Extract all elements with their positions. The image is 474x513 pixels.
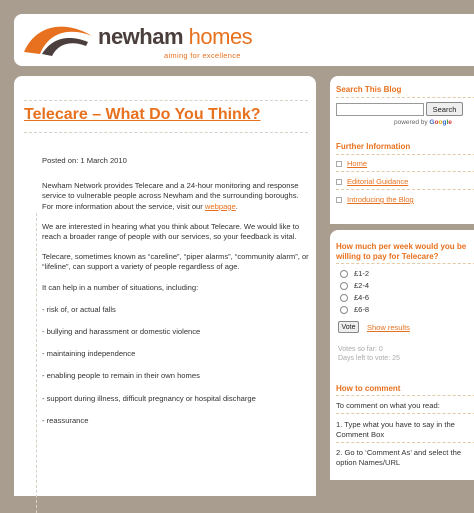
poll-option[interactable]: £6-8 xyxy=(340,305,370,315)
sidebar-bottom: How much per week would you be willing t… xyxy=(330,230,474,480)
radio-icon[interactable] xyxy=(340,306,348,315)
link-home[interactable]: Home xyxy=(336,159,367,168)
comment-intro: To comment on what you read: xyxy=(336,401,440,410)
poll-option[interactable]: £1-2 xyxy=(340,269,370,279)
comment-heading: How to comment xyxy=(336,384,401,393)
comment-step-2: 2. Go to ‘Comment As’ and select the opt… xyxy=(336,448,462,467)
link-divider xyxy=(336,171,474,172)
newham-homes-logo-icon xyxy=(24,26,92,56)
comment-step-1: 1. Type what you have to say in the Comm… xyxy=(336,420,455,439)
site-brand[interactable]: newham homes xyxy=(98,24,253,50)
main-content: Telecare – What Do You Think? Posted on:… xyxy=(14,76,316,513)
link-label: Home xyxy=(347,159,368,168)
post-date: Posted on: 1 March 2010 xyxy=(42,156,127,165)
post-paragraph-text: Newham Network provides Telecare and a 2… xyxy=(42,181,299,211)
post-paragraph: It can help in a number of situations, i… xyxy=(42,282,199,292)
google-logo: Google xyxy=(429,119,452,126)
powered-by-label: powered by xyxy=(394,119,430,126)
days-left: Days left to vote: 25 xyxy=(338,355,400,362)
sidebar-top: Search This Blog Search powered by Googl… xyxy=(330,76,474,224)
link-introducing-blog[interactable]: Introducing the Blog xyxy=(336,195,414,204)
post-paragraph-end: . xyxy=(235,201,238,211)
post-vertical-divider xyxy=(36,213,37,513)
bullet-icon xyxy=(336,179,342,186)
radio-icon[interactable] xyxy=(340,282,348,291)
post-paragraph: Newham Network provides Telecare and a 2… xyxy=(42,181,310,212)
link-label: Introducing the Blog xyxy=(347,195,414,204)
link-label: Editorial Guidance xyxy=(347,177,409,186)
radio-icon[interactable] xyxy=(340,294,348,303)
list-item: - reassurance xyxy=(42,415,89,425)
list-item: - bullying and harassment or domestic vi… xyxy=(42,327,201,337)
list-item: - risk of, or actual falls xyxy=(42,304,116,314)
post-body: Posted on: 1 March 2010 Newham Network p… xyxy=(42,156,310,438)
votes-so-far: Votes so far: 0 xyxy=(338,346,383,353)
poll-option-label: £2-4 xyxy=(354,281,370,290)
search-button[interactable]: Search xyxy=(426,102,463,116)
poll-rule xyxy=(336,263,474,264)
site-tagline: aiming for excellence xyxy=(164,51,241,60)
poll-status: Votes so far: 0 Days left to vote: 25 xyxy=(338,345,400,363)
post-paragraph: Telecare, sometimes known as “careline”,… xyxy=(42,252,309,272)
site-header: newham homes aiming for excellence xyxy=(14,14,474,66)
webpage-link[interactable]: webpage xyxy=(205,202,236,211)
search-input[interactable] xyxy=(336,103,424,116)
bullet-icon xyxy=(336,161,342,168)
list-item: - support during illness, difficult preg… xyxy=(42,393,256,403)
poll-option-label: £4-6 xyxy=(354,293,370,302)
further-info-heading: Further Information xyxy=(336,142,411,151)
link-editorial-guidance[interactable]: Editorial Guidance xyxy=(336,177,408,186)
comment-rule xyxy=(336,395,474,396)
link-divider xyxy=(336,189,474,190)
poll-option[interactable]: £2-4 xyxy=(340,281,370,291)
post-paragraph: We are interested in hearing what you th… xyxy=(42,221,300,242)
post-title[interactable]: Telecare – What Do You Think? xyxy=(24,106,260,124)
poll-question: How much per week would you be willing t… xyxy=(336,242,467,261)
brand-newham: newham xyxy=(98,24,184,49)
further-info-rule xyxy=(336,154,474,155)
poll-option-label: £6-8 xyxy=(354,305,370,314)
title-divider-bottom xyxy=(24,132,308,133)
title-divider-top xyxy=(24,100,308,101)
show-results-link[interactable]: Show results xyxy=(367,323,410,332)
list-item: - enabling people to remain in their own… xyxy=(42,371,200,381)
comment-divider xyxy=(336,442,474,443)
bullet-icon xyxy=(336,197,342,204)
comment-divider xyxy=(336,413,474,414)
poll-option[interactable]: £4-6 xyxy=(340,293,370,303)
brand-homes: homes xyxy=(183,24,253,49)
search-heading: Search This Blog xyxy=(336,85,402,94)
powered-by-google: powered by Google xyxy=(394,119,452,126)
search-heading-rule xyxy=(336,97,474,98)
vote-button[interactable]: Vote xyxy=(338,321,359,333)
poll-option-label: £1-2 xyxy=(354,269,370,278)
list-item: - maintaining independence xyxy=(42,349,136,359)
radio-icon[interactable] xyxy=(340,270,348,279)
